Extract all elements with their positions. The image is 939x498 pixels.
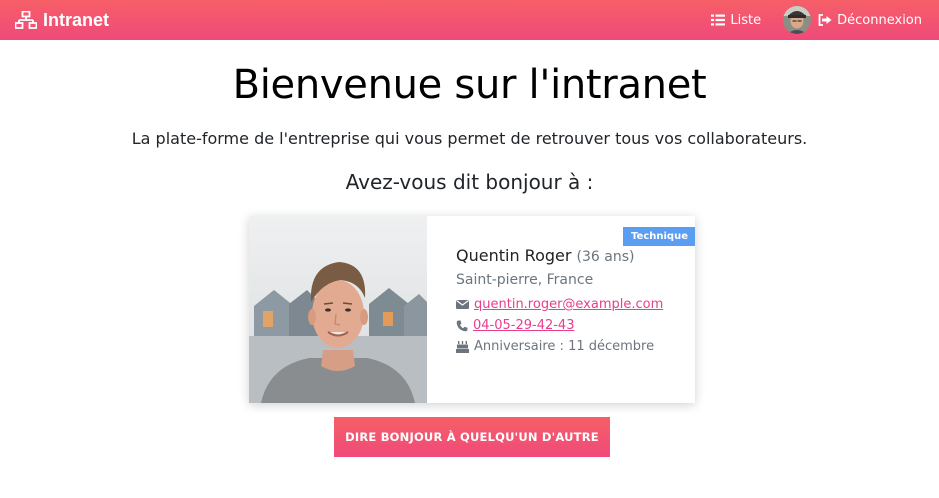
phone-row: 04-05-29-42-43 [456,318,686,333]
phone-link[interactable]: 04-05-29-42-43 [473,318,574,333]
phone-icon [456,320,468,332]
envelope-icon [456,299,469,310]
name-line: Quentin Roger (36 ans) [456,246,686,265]
greeting-subhead: Avez-vous dit bonjour à : [345,170,594,194]
page-title: Bienvenue sur l'intranet [232,62,707,108]
user-avatar[interactable] [783,6,812,34]
email-link[interactable]: quentin.roger@example.com [474,297,663,312]
logout-link[interactable]: Déconnexion [818,13,922,28]
list-link[interactable]: Liste [711,13,761,28]
list-label: Liste [730,12,762,28]
birthday-cake-icon [456,340,469,353]
birthday-text: Anniversaire : 11 décembre [474,339,655,354]
collaborator-location: Saint-pierre, France [456,272,594,288]
collaborator-name: Quentin Roger [456,246,572,265]
department-badge: Technique [623,227,695,246]
collaborator-photo [249,216,427,403]
collaborator-card: Technique Quentin Roger (36 ans) Saint-p… [249,216,695,403]
sign-out-icon [818,14,832,26]
top-navbar: Intranet Liste Déconnexion [0,0,939,40]
logout-label: Déconnexion [837,12,922,28]
brand-link[interactable]: Intranet [15,0,109,40]
collaborator-info: Quentin Roger (36 ans) Saint-pierre, Fra… [456,246,686,354]
list-icon [711,14,726,26]
page-lead: La plate-forme de l'entreprise qui vous … [131,129,808,148]
email-row: quentin.roger@example.com [456,297,686,312]
birthday-row: Anniversaire : 11 décembre [456,339,686,354]
brand-name: Intranet [43,9,110,30]
sitemap-icon [15,11,37,29]
greet-another-button[interactable]: DIRE BONJOUR À QUELQU'UN D'AUTRE [334,417,610,457]
nav-right: Liste Déconnexion [711,0,922,40]
collaborator-age: (36 ans) [576,249,635,265]
